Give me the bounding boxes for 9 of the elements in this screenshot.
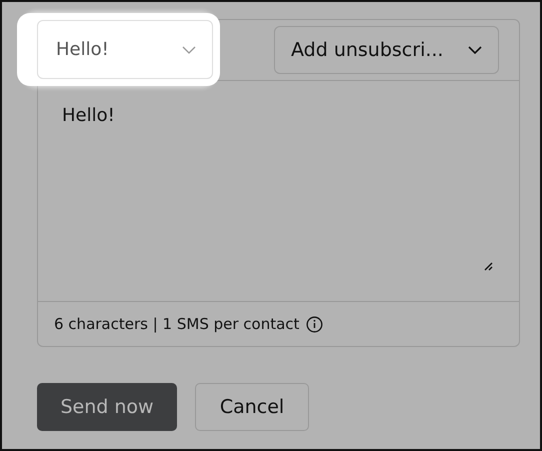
- unsubscribe-dropdown[interactable]: Add unsubscri...: [274, 26, 499, 74]
- send-now-button[interactable]: Send now: [37, 383, 177, 431]
- resize-handle-icon: [484, 262, 494, 271]
- cancel-button[interactable]: Cancel: [195, 383, 309, 431]
- chevron-down-icon: [182, 46, 196, 54]
- character-counter: 6 characters | 1 SMS per contact: [54, 315, 300, 333]
- message-field[interactable]: Hello!: [38, 80, 519, 302]
- info-icon: [306, 316, 324, 332]
- chevron-down-icon: [468, 46, 482, 54]
